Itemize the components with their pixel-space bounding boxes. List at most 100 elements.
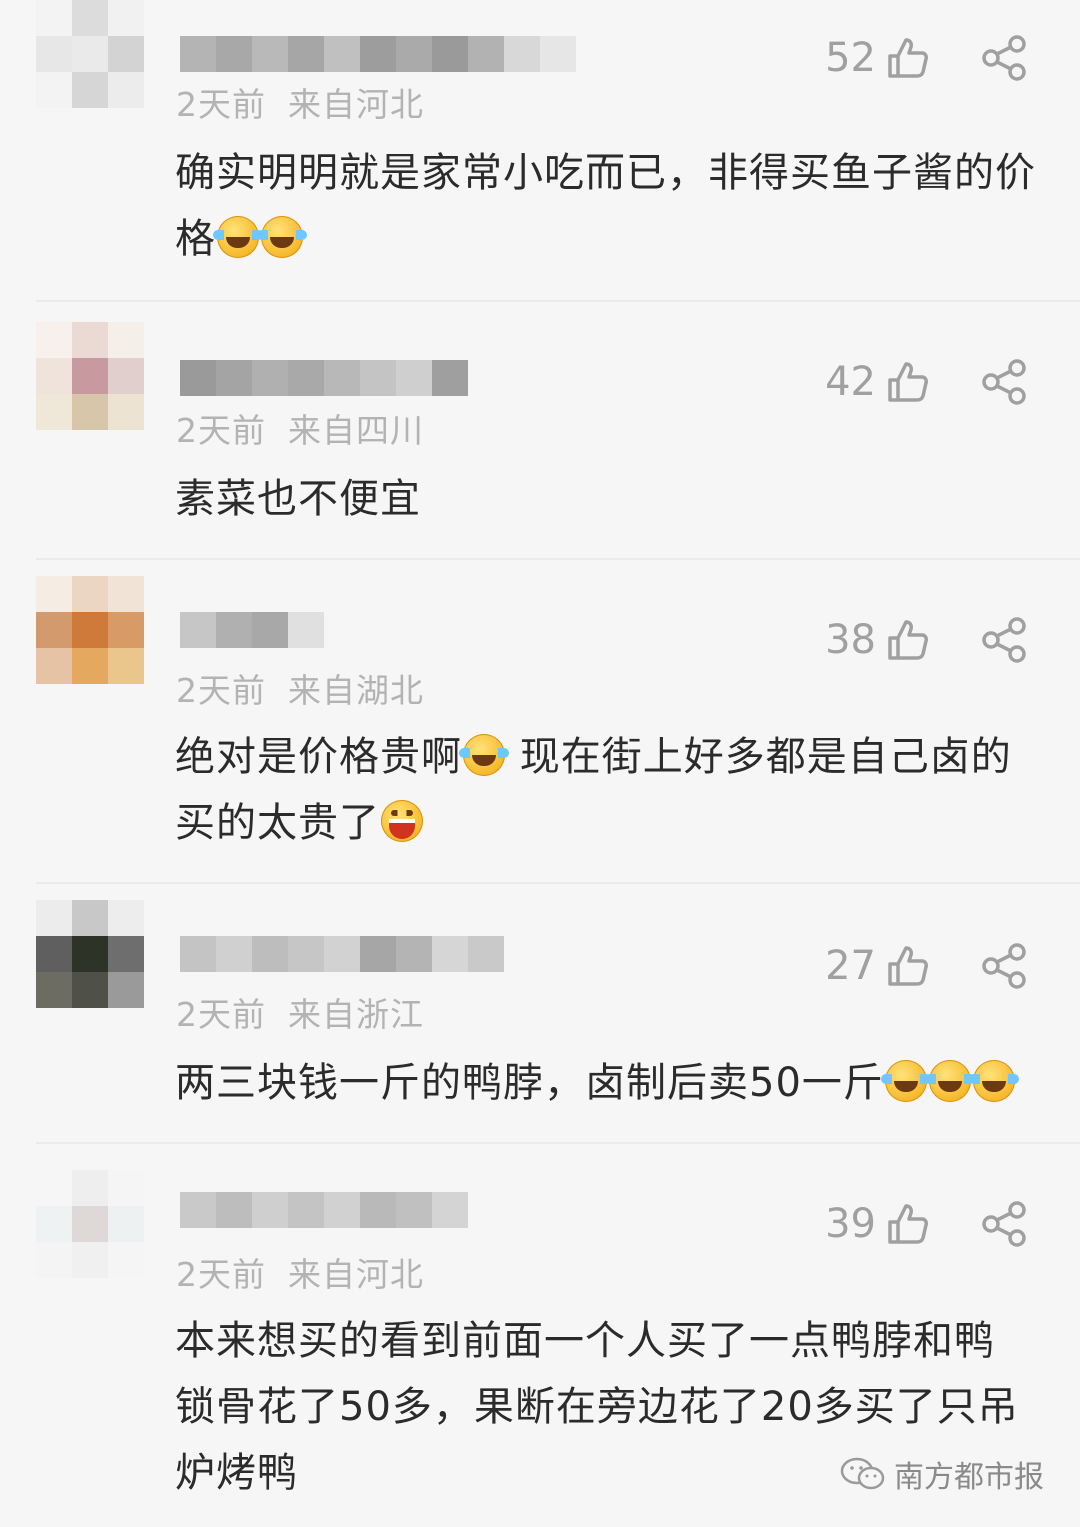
avatar[interactable] — [36, 900, 144, 1008]
comment-time: 2天前 — [176, 995, 266, 1034]
share-icon[interactable] — [980, 1201, 1028, 1247]
avatar-pixel — [72, 576, 108, 612]
laugh-cry-emoji — [924, 1060, 975, 1102]
comment-actions: 39 — [825, 1196, 1028, 1252]
comment-time: 2天前 — [176, 411, 266, 450]
share-icon[interactable] — [980, 617, 1028, 663]
avatar-pixel — [108, 72, 144, 108]
avatar-pixel — [72, 322, 108, 358]
avatar-pixel — [36, 1206, 72, 1242]
avatar-pixel — [36, 72, 72, 108]
like-count: 38 — [825, 617, 876, 663]
avatar-pixel — [108, 36, 144, 72]
comment-location: 来自四川 — [288, 411, 424, 450]
avatar-pixel — [72, 358, 108, 394]
avatar[interactable] — [36, 0, 144, 108]
avatar-pixel — [108, 900, 144, 936]
avatar-pixel — [36, 648, 72, 684]
username-blurred[interactable] — [180, 360, 468, 396]
username-blurred[interactable] — [180, 612, 324, 648]
avatar-pixel — [72, 1206, 108, 1242]
avatar-pixel — [108, 612, 144, 648]
avatar-pixel — [72, 648, 108, 684]
thumbs-up-icon[interactable] — [886, 618, 930, 662]
comment-text: 绝对是价格贵啊 现在街上好多都是自己卤的买的太贵了 — [175, 724, 1045, 856]
comment-text: 确实明明就是家常小吃而已，非得买鱼子酱的价格 — [175, 140, 1045, 272]
share-icon[interactable] — [980, 943, 1028, 989]
comment-meta: 2天前 来自湖北 — [176, 664, 424, 712]
avatar-pixel — [36, 322, 72, 358]
avatar-pixel — [108, 576, 144, 612]
thumbs-up-icon[interactable] — [886, 36, 930, 80]
comment-body: 素菜也不便宜 — [175, 476, 421, 522]
avatar-pixel — [108, 358, 144, 394]
comment-body: 绝对是价格贵啊 — [175, 734, 462, 780]
avatar-pixel — [72, 36, 108, 72]
avatar-pixel — [36, 576, 72, 612]
comment-location: 来自浙江 — [288, 995, 424, 1034]
username-blurred[interactable] — [180, 1192, 468, 1228]
avatar-pixel — [72, 612, 108, 648]
comment-meta: 2天前 来自河北 — [176, 78, 424, 126]
avatar-pixel — [36, 972, 72, 1008]
comment-text: 素菜也不便宜 — [175, 466, 1045, 532]
like-count: 39 — [825, 1201, 876, 1247]
laugh-cry-emoji — [968, 1060, 1019, 1102]
like-count: 52 — [825, 35, 876, 81]
avatar-pixel — [108, 936, 144, 972]
comment-body: 确实明明就是家常小吃而已，非得买鱼子酱的价格 — [175, 150, 1036, 262]
comment-actions: 38 — [825, 612, 1028, 668]
avatar-pixel — [36, 358, 72, 394]
comment-item: 2天前 来自湖北 38 绝对是价格贵啊 现在街上好多都是自己卤的买的太贵了 — [0, 560, 1080, 882]
avatar[interactable] — [36, 322, 144, 430]
comment-meta: 2天前 来自河北 — [176, 1248, 424, 1296]
avatar-pixel — [72, 394, 108, 430]
comment-actions: 27 — [825, 938, 1028, 994]
comment-item: 2天前 来自河北 52 确实明明就是家常小吃而已，非得买鱼子酱的价格 — [0, 0, 1080, 300]
grin-emoji — [381, 800, 423, 842]
comment-item: 2天前 来自四川 42 素菜也不便宜 — [0, 302, 1080, 558]
laugh-cry-emoji — [257, 216, 307, 258]
thumbs-up-icon[interactable] — [886, 360, 930, 404]
comment-actions: 42 — [825, 354, 1028, 410]
share-icon[interactable] — [980, 35, 1028, 81]
avatar-pixel — [72, 1242, 108, 1278]
avatar-pixel — [36, 936, 72, 972]
like-count: 27 — [825, 943, 876, 989]
watermark-text: 南方都市报 — [894, 1460, 1044, 1495]
thumbs-up-icon[interactable] — [886, 944, 930, 988]
thumbs-up-icon[interactable] — [886, 1202, 930, 1246]
username-blurred[interactable] — [180, 36, 576, 72]
comment-meta: 2天前 来自四川 — [176, 404, 424, 452]
comment-time: 2天前 — [176, 1255, 266, 1294]
comment-location: 来自湖北 — [288, 671, 424, 710]
avatar-pixel — [108, 648, 144, 684]
avatar-pixel — [36, 394, 72, 430]
avatar[interactable] — [36, 576, 144, 684]
watermark: 南方都市报 — [840, 1452, 1044, 1496]
avatar-pixel — [72, 972, 108, 1008]
comment-text: 两三块钱一斤的鸭脖，卤制后卖50一斤 — [175, 1050, 1065, 1116]
avatar-pixel — [36, 0, 72, 36]
laugh-cry-emoji — [880, 1060, 931, 1102]
avatar-pixel — [108, 1242, 144, 1278]
avatar-pixel — [108, 1206, 144, 1242]
comment-location: 来自河北 — [288, 85, 424, 124]
comment-meta: 2天前 来自浙江 — [176, 988, 424, 1036]
comment-item: 2天前 来自浙江 27 两三块钱一斤的鸭脖，卤制后卖50一斤 — [0, 884, 1080, 1142]
like-count: 42 — [825, 359, 876, 405]
avatar-pixel — [36, 612, 72, 648]
username-blurred[interactable] — [180, 936, 504, 972]
avatar-pixel — [72, 900, 108, 936]
avatar-pixel — [36, 1242, 72, 1278]
avatar-pixel — [72, 72, 108, 108]
avatar-pixel — [72, 0, 108, 36]
avatar[interactable] — [36, 1170, 144, 1278]
laugh-cry-emoji — [459, 734, 509, 776]
wechat-official-account-icon — [840, 1457, 885, 1490]
comment-actions: 52 — [825, 30, 1028, 86]
avatar-pixel — [72, 936, 108, 972]
comment-location: 来自河北 — [288, 1255, 424, 1294]
share-icon[interactable] — [980, 359, 1028, 405]
avatar-pixel — [108, 972, 144, 1008]
